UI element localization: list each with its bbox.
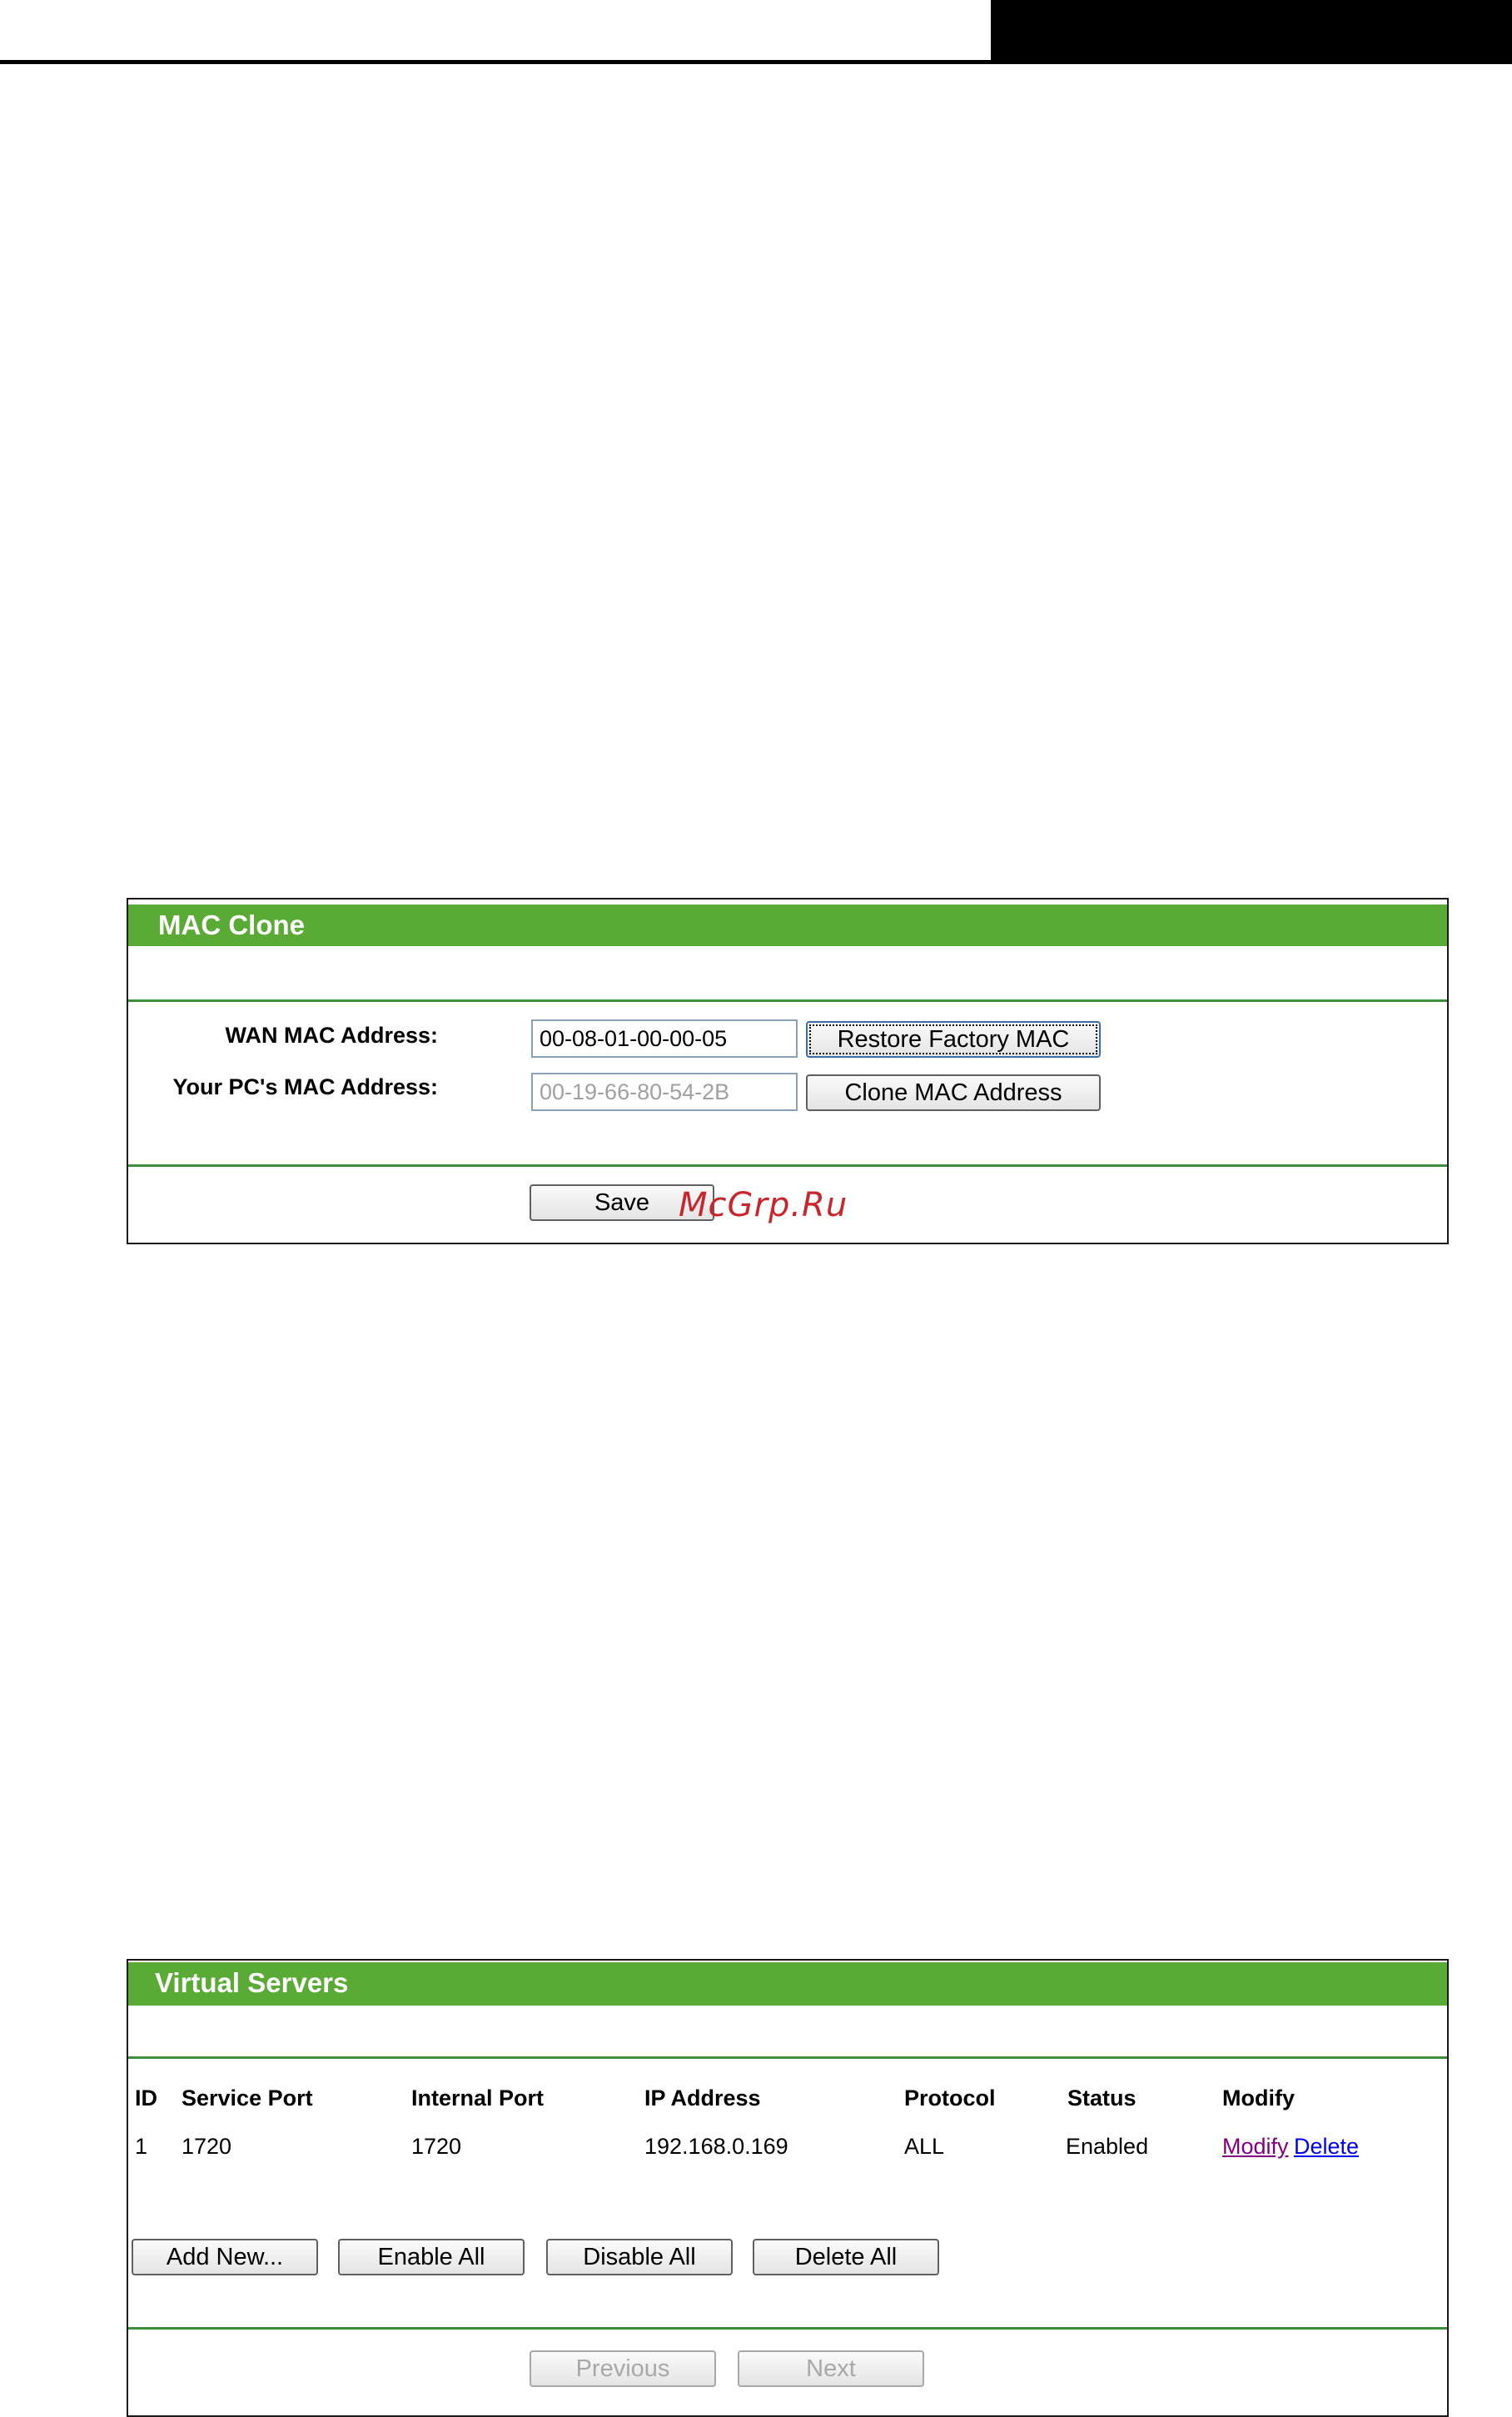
restore-factory-mac-button[interactable]: Restore Factory MAC xyxy=(806,1021,1101,1058)
col-header-protocol: Protocol xyxy=(904,2086,996,2111)
page-header-block xyxy=(991,0,1512,63)
cell-protocol: ALL xyxy=(904,2134,945,2159)
cell-internal-port: 1720 xyxy=(411,2134,462,2159)
virtual-servers-divider-bottom xyxy=(128,2327,1447,2330)
col-header-id: ID xyxy=(135,2086,157,2111)
cell-ip-address: 192.168.0.169 xyxy=(644,2134,788,2159)
mac-clone-divider-top xyxy=(128,999,1447,1002)
virtual-servers-divider-top xyxy=(128,2056,1447,2059)
next-button[interactable]: Next xyxy=(738,2350,924,2387)
wan-mac-input[interactable] xyxy=(531,1019,798,1058)
col-header-ip-address: IP Address xyxy=(644,2086,761,2111)
cell-status: Enabled xyxy=(1066,2134,1149,2159)
clone-mac-address-button[interactable]: Clone MAC Address xyxy=(806,1074,1101,1111)
col-header-internal-port: Internal Port xyxy=(411,2086,545,2111)
col-header-service-port: Service Port xyxy=(182,2086,313,2111)
watermark-text: McGrp.Ru xyxy=(679,1186,848,1224)
virtual-servers-title-text: Virtual Servers xyxy=(155,1967,349,1998)
page-header-rule xyxy=(0,60,1512,64)
mac-clone-divider-bottom xyxy=(128,1164,1447,1167)
modify-link[interactable]: Modify xyxy=(1222,2134,1289,2160)
enable-all-button[interactable]: Enable All xyxy=(338,2239,525,2275)
disable-all-button[interactable]: Disable All xyxy=(546,2239,733,2275)
cell-service-port: 1720 xyxy=(182,2134,232,2159)
delete-all-button[interactable]: Delete All xyxy=(753,2239,939,2275)
cell-id: 1 xyxy=(135,2134,148,2159)
virtual-servers-panel: Virtual Servers ID Service Port Internal… xyxy=(127,1959,1449,2417)
mac-clone-title: MAC Clone xyxy=(128,905,1447,946)
pc-mac-label: Your PC's MAC Address: xyxy=(172,1074,438,1099)
mac-clone-title-text: MAC Clone xyxy=(158,909,305,940)
pc-mac-input[interactable] xyxy=(531,1073,798,1111)
delete-link[interactable]: Delete xyxy=(1294,2134,1359,2160)
previous-button[interactable]: Previous xyxy=(530,2350,716,2387)
col-header-status: Status xyxy=(1067,2086,1136,2111)
col-header-modify: Modify xyxy=(1222,2086,1295,2111)
add-new-button[interactable]: Add New... xyxy=(132,2239,318,2275)
wan-mac-label: WAN MAC Address: xyxy=(225,1023,438,1048)
virtual-servers-title: Virtual Servers xyxy=(128,1962,1447,2006)
